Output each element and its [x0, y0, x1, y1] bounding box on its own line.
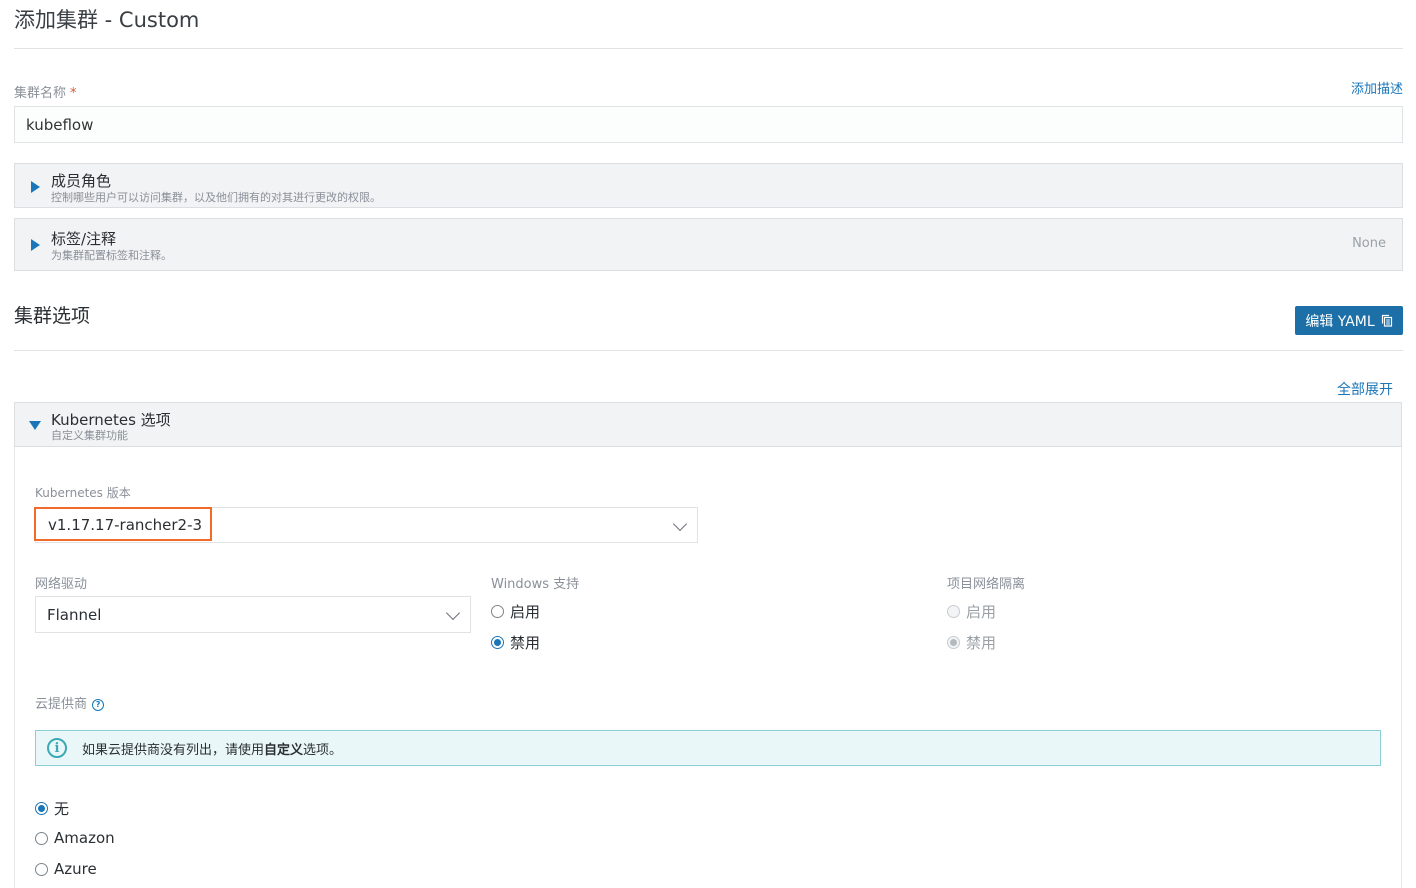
cluster-name-label: 集群名称 * [14, 86, 77, 101]
copy-icon [1381, 314, 1392, 327]
edit-yaml-button[interactable]: 编辑 YAML [1295, 306, 1403, 335]
windows-disable-label: 禁用 [510, 634, 541, 652]
required-mark: * [70, 86, 77, 101]
collapse-arrow-icon [29, 421, 41, 430]
labels-status: None [1352, 236, 1386, 251]
members-accordion[interactable]: 成员角色 控制哪些用户可以访问集群，以及他们拥有的对其进行更改的权限。 [14, 163, 1403, 208]
labels-subtitle: 为集群配置标签和注释。 [51, 249, 172, 262]
add-description-link[interactable]: 添加描述 [1351, 78, 1403, 97]
help-icon[interactable]: ? [92, 698, 105, 711]
page-title: 添加集群 - Custom [14, 8, 200, 32]
radio-icon [35, 831, 48, 845]
info-icon: i [47, 738, 67, 758]
isolation-disable-radio: 禁用 [947, 632, 996, 653]
cloud-info-text: 如果云提供商没有列出，请使用自定义选项。 [82, 742, 343, 758]
members-title: 成员角色 [51, 172, 112, 190]
isolation-enable-radio: 启用 [947, 601, 996, 622]
radio-checked-icon [35, 802, 48, 815]
members-subtitle: 控制哪些用户可以访问集群，以及他们拥有的对其进行更改的权限。 [51, 191, 381, 204]
cloud-provider-label: 云提供商? [35, 693, 105, 712]
windows-support-label: Windows 支持 [491, 577, 580, 592]
header-divider [14, 48, 1403, 49]
cloud-azure-label: Azure [54, 860, 97, 878]
windows-enable-label: 启用 [510, 603, 541, 621]
kubernetes-options-subtitle: 自定义集群功能 [51, 429, 128, 442]
cloud-azure-radio[interactable]: Azure [35, 860, 97, 878]
cluster-options-title: 集群选项 [14, 305, 91, 327]
expand-arrow-icon [31, 239, 40, 251]
network-driver-value: Flannel [47, 605, 102, 624]
chevron-down-icon [672, 516, 688, 532]
expand-arrow-icon [31, 181, 40, 193]
radio-icon [491, 605, 504, 618]
edit-yaml-label: 编辑 YAML [1305, 313, 1375, 330]
cloud-none-label: 无 [54, 800, 70, 818]
radio-icon [947, 605, 960, 618]
network-driver-select[interactable]: Flannel [35, 596, 471, 633]
cloud-amazon-label: Amazon [54, 829, 115, 847]
cloud-none-radio[interactable]: 无 [35, 798, 69, 819]
kubernetes-version-label: Kubernetes 版本 [35, 486, 131, 500]
cloud-provider-info-banner: i 如果云提供商没有列出，请使用自定义选项。 [35, 730, 1381, 766]
section-divider [14, 350, 1403, 351]
isolation-disable-label: 禁用 [966, 634, 997, 652]
radio-icon [35, 862, 48, 876]
version-highlight-box [34, 507, 212, 541]
radio-checked-icon [491, 636, 504, 649]
labels-title: 标签/注释 [51, 230, 117, 248]
radio-checked-icon [947, 636, 960, 649]
labels-accordion[interactable]: 标签/注释 为集群配置标签和注释。 None [14, 218, 1403, 271]
chevron-down-icon [445, 605, 461, 621]
network-isolation-label: 项目网络隔离 [947, 577, 1026, 592]
windows-enable-radio[interactable]: 启用 [491, 601, 540, 622]
isolation-enable-label: 启用 [966, 603, 997, 621]
kubernetes-options-accordion[interactable]: Kubernetes 选项 自定义集群功能 [14, 402, 1402, 447]
cloud-amazon-radio[interactable]: Amazon [35, 829, 115, 847]
windows-disable-radio[interactable]: 禁用 [491, 632, 540, 653]
network-driver-label: 网络驱动 [35, 577, 88, 592]
expand-all-link[interactable]: 全部展开 [1337, 379, 1393, 399]
cluster-name-input[interactable]: kubeflow [14, 106, 1403, 143]
